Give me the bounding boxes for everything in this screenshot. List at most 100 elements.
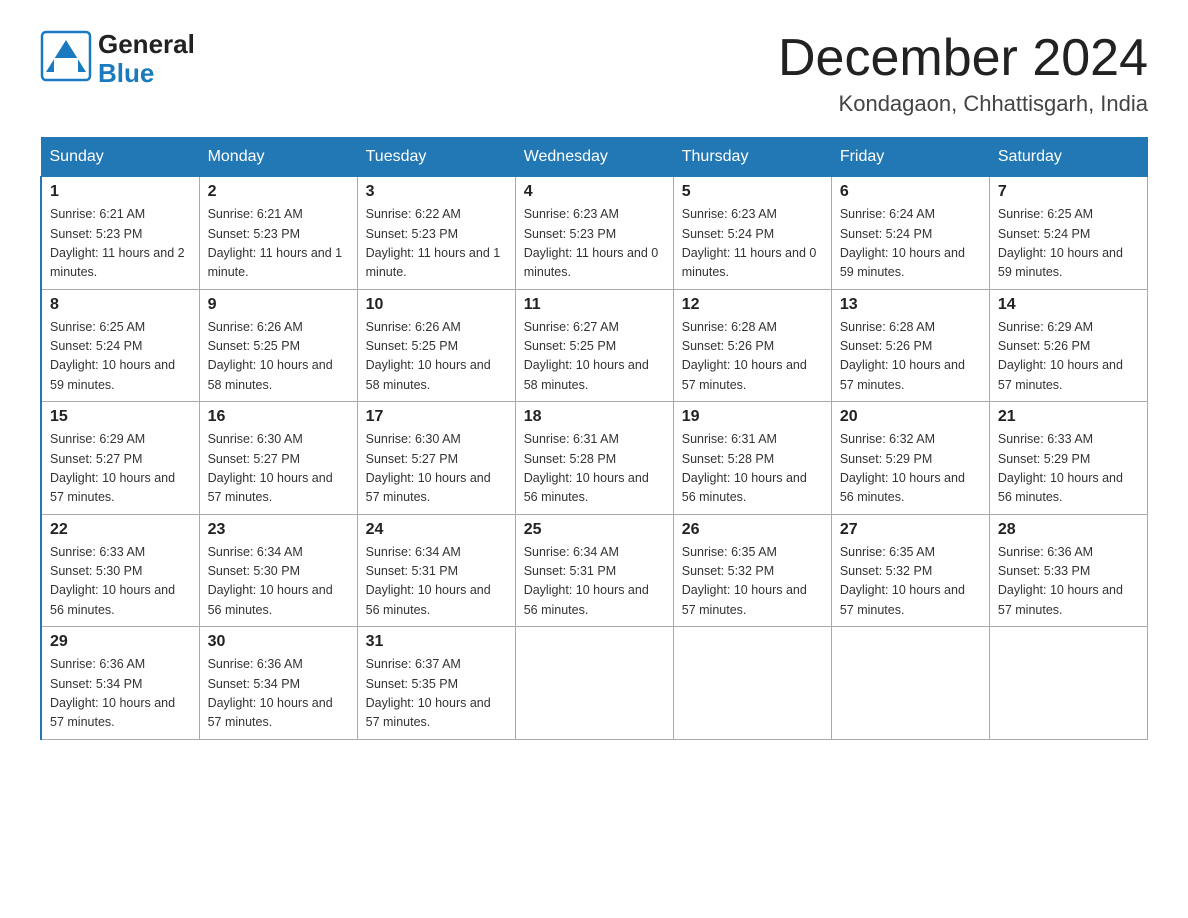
day-info: Sunrise: 6:26 AMSunset: 5:25 PMDaylight:… (208, 320, 333, 392)
day-number: 25 (524, 521, 665, 539)
header-wednesday: Wednesday (515, 138, 673, 177)
calendar-cell: 20 Sunrise: 6:32 AMSunset: 5:29 PMDaylig… (831, 402, 989, 515)
day-number: 19 (682, 408, 823, 426)
day-number: 18 (524, 408, 665, 426)
calendar-cell: 28 Sunrise: 6:36 AMSunset: 5:33 PMDaylig… (989, 514, 1147, 627)
calendar-cell: 5 Sunrise: 6:23 AMSunset: 5:24 PMDayligh… (673, 177, 831, 290)
day-info: Sunrise: 6:21 AMSunset: 5:23 PMDaylight:… (50, 207, 185, 279)
day-number: 13 (840, 296, 981, 314)
calendar-header: SundayMondayTuesdayWednesdayThursdayFrid… (41, 138, 1148, 177)
calendar-cell: 25 Sunrise: 6:34 AMSunset: 5:31 PMDaylig… (515, 514, 673, 627)
calendar-cell: 17 Sunrise: 6:30 AMSunset: 5:27 PMDaylig… (357, 402, 515, 515)
calendar-cell: 22 Sunrise: 6:33 AMSunset: 5:30 PMDaylig… (41, 514, 199, 627)
day-number: 20 (840, 408, 981, 426)
day-number: 29 (50, 633, 191, 651)
day-info: Sunrise: 6:33 AMSunset: 5:29 PMDaylight:… (998, 432, 1123, 504)
calendar-body: 1 Sunrise: 6:21 AMSunset: 5:23 PMDayligh… (41, 177, 1148, 740)
logo-blue: Blue (98, 59, 195, 88)
day-number: 7 (998, 183, 1139, 201)
header-saturday: Saturday (989, 138, 1147, 177)
day-number: 1 (50, 183, 191, 201)
day-number: 2 (208, 183, 349, 201)
calendar-cell: 30 Sunrise: 6:36 AMSunset: 5:34 PMDaylig… (199, 627, 357, 740)
day-number: 9 (208, 296, 349, 314)
day-info: Sunrise: 6:22 AMSunset: 5:23 PMDaylight:… (366, 207, 501, 279)
header-row: SundayMondayTuesdayWednesdayThursdayFrid… (41, 138, 1148, 177)
calendar-cell (515, 627, 673, 740)
day-number: 30 (208, 633, 349, 651)
logo-general: General (98, 30, 195, 59)
day-info: Sunrise: 6:25 AMSunset: 5:24 PMDaylight:… (50, 320, 175, 392)
calendar-cell: 6 Sunrise: 6:24 AMSunset: 5:24 PMDayligh… (831, 177, 989, 290)
day-info: Sunrise: 6:23 AMSunset: 5:24 PMDaylight:… (682, 207, 817, 279)
calendar-cell: 21 Sunrise: 6:33 AMSunset: 5:29 PMDaylig… (989, 402, 1147, 515)
day-info: Sunrise: 6:34 AMSunset: 5:30 PMDaylight:… (208, 545, 333, 617)
calendar-cell: 19 Sunrise: 6:31 AMSunset: 5:28 PMDaylig… (673, 402, 831, 515)
logo-icon (40, 30, 92, 87)
calendar-cell: 9 Sunrise: 6:26 AMSunset: 5:25 PMDayligh… (199, 289, 357, 402)
calendar-week-2: 8 Sunrise: 6:25 AMSunset: 5:24 PMDayligh… (41, 289, 1148, 402)
calendar-cell: 26 Sunrise: 6:35 AMSunset: 5:32 PMDaylig… (673, 514, 831, 627)
day-number: 31 (366, 633, 507, 651)
day-number: 26 (682, 521, 823, 539)
day-number: 4 (524, 183, 665, 201)
day-number: 28 (998, 521, 1139, 539)
calendar-cell: 3 Sunrise: 6:22 AMSunset: 5:23 PMDayligh… (357, 177, 515, 290)
calendar-week-1: 1 Sunrise: 6:21 AMSunset: 5:23 PMDayligh… (41, 177, 1148, 290)
calendar-cell: 4 Sunrise: 6:23 AMSunset: 5:23 PMDayligh… (515, 177, 673, 290)
calendar-cell: 23 Sunrise: 6:34 AMSunset: 5:30 PMDaylig… (199, 514, 357, 627)
day-info: Sunrise: 6:29 AMSunset: 5:27 PMDaylight:… (50, 432, 175, 504)
logo-text-group: General Blue (98, 30, 195, 87)
calendar-week-3: 15 Sunrise: 6:29 AMSunset: 5:27 PMDaylig… (41, 402, 1148, 515)
calendar-cell: 24 Sunrise: 6:34 AMSunset: 5:31 PMDaylig… (357, 514, 515, 627)
day-info: Sunrise: 6:33 AMSunset: 5:30 PMDaylight:… (50, 545, 175, 617)
day-number: 5 (682, 183, 823, 201)
day-info: Sunrise: 6:36 AMSunset: 5:34 PMDaylight:… (208, 657, 333, 729)
calendar-week-4: 22 Sunrise: 6:33 AMSunset: 5:30 PMDaylig… (41, 514, 1148, 627)
header-tuesday: Tuesday (357, 138, 515, 177)
day-number: 3 (366, 183, 507, 201)
calendar-cell: 8 Sunrise: 6:25 AMSunset: 5:24 PMDayligh… (41, 289, 199, 402)
calendar-cell: 14 Sunrise: 6:29 AMSunset: 5:26 PMDaylig… (989, 289, 1147, 402)
day-number: 27 (840, 521, 981, 539)
day-number: 15 (50, 408, 191, 426)
calendar-cell: 1 Sunrise: 6:21 AMSunset: 5:23 PMDayligh… (41, 177, 199, 290)
header-monday: Monday (199, 138, 357, 177)
calendar-cell (989, 627, 1147, 740)
day-number: 14 (998, 296, 1139, 314)
day-number: 21 (998, 408, 1139, 426)
calendar-table: SundayMondayTuesdayWednesdayThursdayFrid… (40, 137, 1148, 740)
day-info: Sunrise: 6:24 AMSunset: 5:24 PMDaylight:… (840, 207, 965, 279)
calendar-cell: 13 Sunrise: 6:28 AMSunset: 5:26 PMDaylig… (831, 289, 989, 402)
day-number: 22 (50, 521, 191, 539)
calendar-cell: 11 Sunrise: 6:27 AMSunset: 5:25 PMDaylig… (515, 289, 673, 402)
day-info: Sunrise: 6:37 AMSunset: 5:35 PMDaylight:… (366, 657, 491, 729)
calendar-cell: 16 Sunrise: 6:30 AMSunset: 5:27 PMDaylig… (199, 402, 357, 515)
calendar-cell: 2 Sunrise: 6:21 AMSunset: 5:23 PMDayligh… (199, 177, 357, 290)
day-number: 16 (208, 408, 349, 426)
day-info: Sunrise: 6:23 AMSunset: 5:23 PMDaylight:… (524, 207, 659, 279)
calendar-cell: 31 Sunrise: 6:37 AMSunset: 5:35 PMDaylig… (357, 627, 515, 740)
header-thursday: Thursday (673, 138, 831, 177)
day-number: 11 (524, 296, 665, 314)
day-info: Sunrise: 6:34 AMSunset: 5:31 PMDaylight:… (366, 545, 491, 617)
day-info: Sunrise: 6:36 AMSunset: 5:33 PMDaylight:… (998, 545, 1123, 617)
day-info: Sunrise: 6:32 AMSunset: 5:29 PMDaylight:… (840, 432, 965, 504)
day-number: 17 (366, 408, 507, 426)
title-area: December 2024 Kondagaon, Chhattisgarh, I… (778, 30, 1148, 117)
day-info: Sunrise: 6:27 AMSunset: 5:25 PMDaylight:… (524, 320, 649, 392)
day-info: Sunrise: 6:29 AMSunset: 5:26 PMDaylight:… (998, 320, 1123, 392)
header-sunday: Sunday (41, 138, 199, 177)
day-number: 6 (840, 183, 981, 201)
page-header: General Blue December 2024 Kondagaon, Ch… (40, 30, 1148, 117)
day-info: Sunrise: 6:26 AMSunset: 5:25 PMDaylight:… (366, 320, 491, 392)
day-info: Sunrise: 6:35 AMSunset: 5:32 PMDaylight:… (682, 545, 807, 617)
day-info: Sunrise: 6:28 AMSunset: 5:26 PMDaylight:… (682, 320, 807, 392)
day-info: Sunrise: 6:30 AMSunset: 5:27 PMDaylight:… (366, 432, 491, 504)
calendar-cell: 10 Sunrise: 6:26 AMSunset: 5:25 PMDaylig… (357, 289, 515, 402)
day-number: 8 (50, 296, 191, 314)
day-info: Sunrise: 6:35 AMSunset: 5:32 PMDaylight:… (840, 545, 965, 617)
calendar-cell: 12 Sunrise: 6:28 AMSunset: 5:26 PMDaylig… (673, 289, 831, 402)
logo: General Blue (40, 30, 195, 87)
location-subtitle: Kondagaon, Chhattisgarh, India (778, 91, 1148, 117)
